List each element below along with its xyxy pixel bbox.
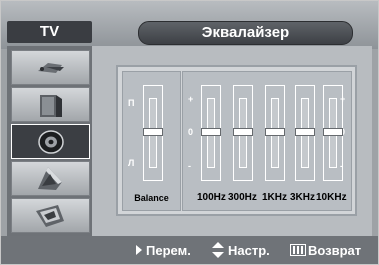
wedge-icon	[38, 167, 62, 190]
sidebar-item-input[interactable]	[11, 198, 90, 233]
scale-zero-left: 0	[188, 127, 194, 137]
bands-box: + 0 - + 0 - 100Hz 300Hz 1KHz 3KHz 10KHz	[182, 71, 352, 211]
tv-osd-window: TV Эквалайзер П Л Balance + 0 - + - 100H…	[0, 0, 379, 265]
balance-left-marker: Л	[128, 158, 135, 168]
bottom-hint-bar: Перем. Настр. Возврат	[1, 236, 378, 264]
balance-right-marker: П	[128, 98, 135, 108]
sidebar-item-sound[interactable]	[11, 87, 90, 122]
sidebar	[7, 46, 92, 236]
band-label-10khz: 10KHz	[316, 192, 347, 203]
band-slider-knob[interactable]	[233, 128, 253, 136]
band-slider-knob[interactable]	[201, 128, 221, 136]
band-slider-knob[interactable]	[323, 128, 343, 136]
speaker-icon	[40, 95, 62, 117]
antenna-icon	[36, 205, 64, 227]
content-area: П Л Balance + 0 - + 0 - 100Hz 300Hz 1KHz…	[92, 46, 372, 236]
adjust-hint: Настр.	[228, 243, 270, 258]
sidebar-item-setup[interactable]	[11, 161, 90, 196]
scale-minus-left: -	[188, 161, 191, 171]
return-hint: Возврат	[308, 243, 362, 258]
up-down-arrows-icon	[212, 242, 224, 258]
band-label-100hz: 100Hz	[197, 192, 226, 203]
menu-title: Эквалайзер	[138, 21, 353, 45]
sidebar-item-picture[interactable]	[11, 50, 90, 85]
balance-box: П Л Balance	[122, 71, 181, 211]
play-arrow-icon	[136, 245, 142, 255]
band-label-1khz: 1KHz	[262, 192, 288, 203]
band-label-300hz: 300Hz	[228, 192, 257, 203]
balance-label: Balance	[134, 193, 169, 203]
band-label-3khz: 3KHz	[290, 192, 316, 203]
band-slider-knob[interactable]	[295, 128, 315, 136]
sidebar-item-channel[interactable]	[11, 124, 90, 159]
balance-slider-knob[interactable]	[143, 128, 163, 136]
move-hint: Перем.	[146, 243, 191, 258]
menu-icon	[290, 244, 306, 256]
header-bar: TV Эквалайзер	[1, 1, 378, 49]
equalizer-panel: П Л Balance + 0 - + 0 - 100Hz 300Hz 1KHz…	[116, 65, 357, 216]
band-slider-knob[interactable]	[265, 128, 285, 136]
disc-icon	[38, 130, 64, 154]
satellite-dish-icon	[38, 63, 64, 73]
tv-title: TV	[7, 21, 92, 43]
scale-plus-left: +	[188, 94, 194, 104]
